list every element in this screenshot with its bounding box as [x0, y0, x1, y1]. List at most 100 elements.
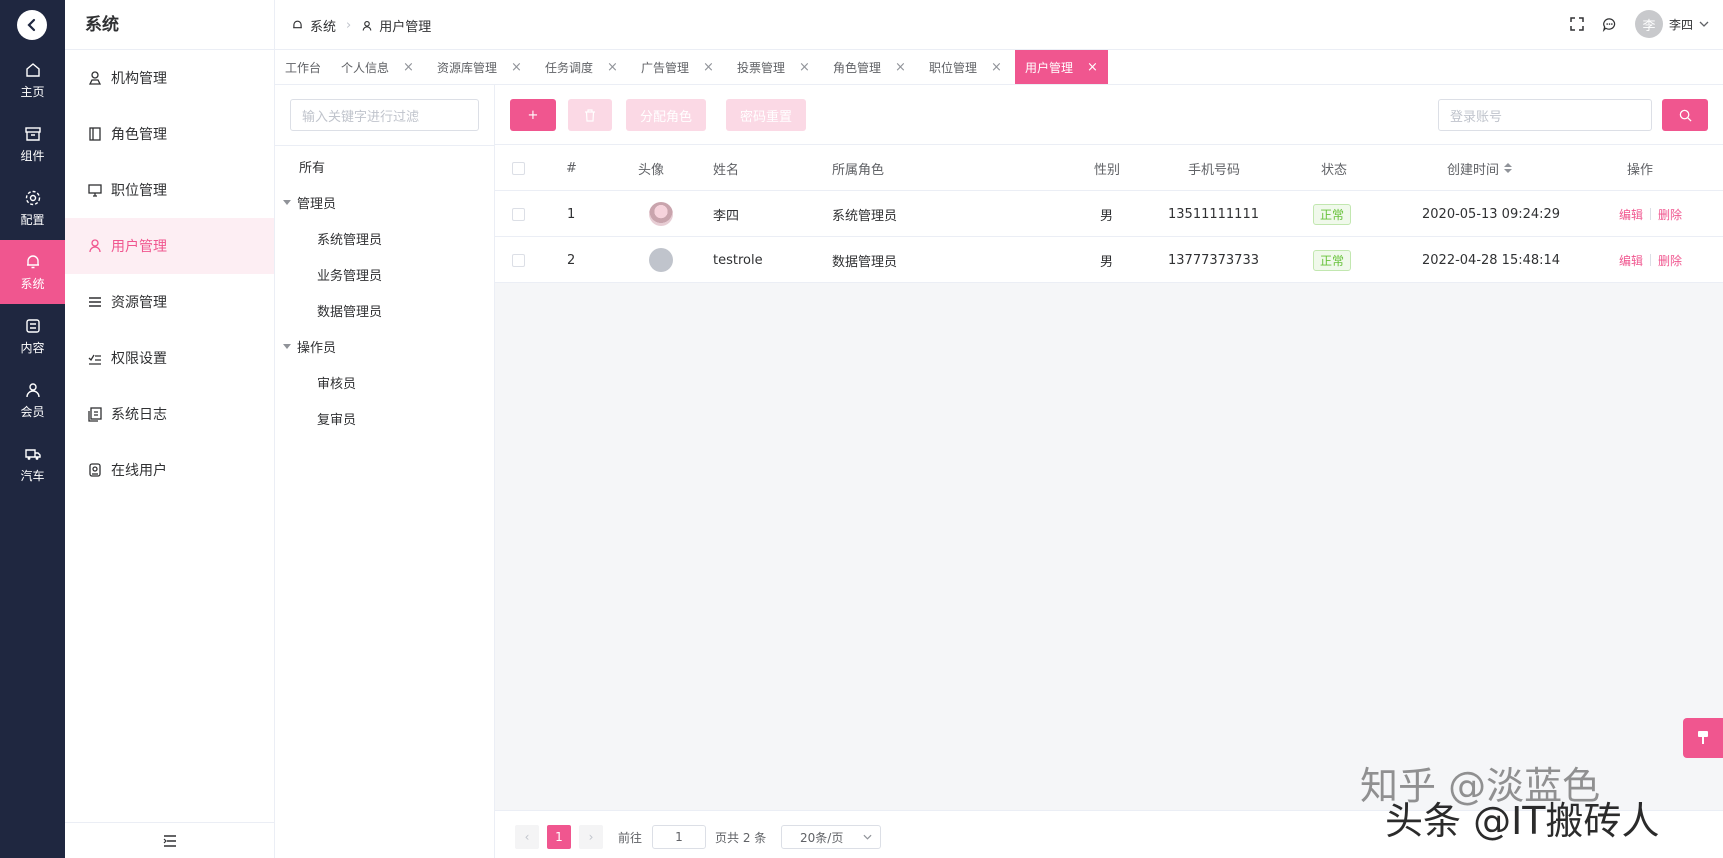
- top-header: 系统 › 用户管理 李 李四: [275, 0, 1723, 50]
- rail-item-content[interactable]: 内容: [0, 304, 65, 368]
- tab-roles[interactable]: 角色管理 ×: [833, 50, 906, 84]
- breadcrumb-root[interactable]: 系统: [310, 16, 336, 35]
- close-icon[interactable]: ×: [703, 60, 714, 75]
- sub-item-user[interactable]: 用户管理: [65, 218, 274, 274]
- rail-item-components[interactable]: 组件: [0, 112, 65, 176]
- tree-node-admin[interactable]: 管理员: [283, 193, 336, 212]
- row-checkbox[interactable]: [512, 191, 525, 237]
- rail-item-member[interactable]: 会员: [0, 368, 65, 432]
- tab-users[interactable]: 用户管理 ×: [1015, 50, 1108, 84]
- sub-item-online[interactable]: 在线用户: [65, 442, 274, 498]
- close-icon[interactable]: ×: [1087, 60, 1098, 75]
- tab-label: 资源库管理: [437, 60, 498, 75]
- sub-item-position[interactable]: 职位管理: [65, 162, 274, 218]
- goto-page-input[interactable]: 1: [652, 825, 706, 849]
- tab-task-scheduling[interactable]: 任务调度 ×: [545, 50, 618, 84]
- tree-filter-input[interactable]: 输入关键字进行过滤: [290, 99, 479, 131]
- edit-link[interactable]: 编辑: [1619, 252, 1643, 269]
- truck-icon: [24, 448, 41, 460]
- sub-item-permission[interactable]: 权限设置: [65, 330, 274, 386]
- sub-item-resource[interactable]: 资源管理: [65, 274, 274, 330]
- sub-item-org[interactable]: 机构管理: [65, 50, 274, 106]
- close-icon[interactable]: ×: [403, 60, 414, 75]
- tree-node-re-reviewer[interactable]: 复审员: [317, 409, 356, 428]
- monitor-icon: [88, 184, 102, 197]
- sub-menu: 系统 机构管理 角色管理 职位管理 用户管理 资源管理 权限设置 系统日志 在线…: [65, 0, 275, 858]
- next-page-button[interactable]: ›: [579, 825, 603, 849]
- trash-icon: [585, 108, 595, 122]
- back-logo-icon[interactable]: [17, 10, 47, 40]
- search-button[interactable]: [1662, 99, 1708, 131]
- message-icon[interactable]: [1602, 17, 1617, 32]
- tree-node-label: 业务管理员: [317, 269, 383, 284]
- column-avatar: 头像: [638, 162, 665, 178]
- tree-node-reviewer[interactable]: 审核员: [317, 373, 356, 392]
- tab-resource-library[interactable]: 资源库管理 ×: [437, 50, 522, 84]
- edit-link[interactable]: 编辑: [1619, 206, 1643, 223]
- tab-ads[interactable]: 广告管理 ×: [641, 50, 714, 84]
- close-icon[interactable]: ×: [511, 60, 522, 75]
- select-all-checkbox[interactable]: [512, 145, 525, 191]
- reset-password-button[interactable]: 密码重置: [726, 99, 806, 131]
- row-name: 李四: [713, 208, 740, 224]
- chevron-left-icon: ‹: [515, 825, 539, 849]
- rail-label: 汽车: [20, 468, 45, 483]
- user-dropdown[interactable]: 李 李四: [1634, 10, 1709, 38]
- column-created-label: 创建时间: [1447, 162, 1500, 178]
- row-gender: 男: [1100, 254, 1114, 270]
- tab-label: 职位管理: [929, 60, 978, 75]
- add-button[interactable]: +: [510, 99, 556, 131]
- lock-user-icon: [89, 463, 101, 477]
- page-size-select[interactable]: 20条/页: [781, 825, 881, 849]
- tree-node-label: 管理员: [297, 197, 337, 212]
- rail-item-system[interactable]: 系统: [0, 240, 65, 304]
- rail-item-config[interactable]: 配置: [0, 176, 65, 240]
- tab-votes[interactable]: 投票管理 ×: [737, 50, 810, 84]
- tab-profile[interactable]: 个人信息 ×: [341, 50, 414, 84]
- tab-workbench[interactable]: 工作台: [285, 50, 321, 84]
- tree-node-all[interactable]: 所有: [299, 157, 325, 176]
- tree-node-sys-admin[interactable]: 系统管理员: [317, 229, 382, 248]
- prev-page-button[interactable]: ‹: [515, 825, 539, 849]
- page-number-current[interactable]: 1: [547, 825, 571, 849]
- tree-node-data-admin[interactable]: 数据管理员: [317, 301, 382, 320]
- tree-node-label: 操作员: [297, 341, 337, 356]
- row-name: testrole: [713, 252, 763, 268]
- rail-label: 配置: [20, 212, 45, 227]
- user-name: 李四: [1668, 17, 1693, 32]
- close-icon[interactable]: ×: [799, 60, 810, 75]
- close-icon[interactable]: ×: [607, 60, 618, 75]
- column-created[interactable]: 创建时间: [1447, 145, 1513, 191]
- tab-label: 投票管理: [737, 60, 786, 75]
- chevron-down-icon: [1699, 21, 1709, 27]
- rail-item-car[interactable]: 汽车: [0, 432, 65, 496]
- bell-icon: [26, 254, 39, 268]
- sub-item-label: 权限设置: [111, 351, 167, 367]
- close-icon[interactable]: ×: [991, 60, 1002, 75]
- goto-label: 前往: [618, 830, 643, 845]
- column-index: #: [566, 160, 577, 176]
- delete-button[interactable]: [568, 99, 612, 131]
- divider: [275, 145, 494, 146]
- account-search-input[interactable]: 登录账号: [1438, 99, 1652, 131]
- tree-node-biz-admin[interactable]: 业务管理员: [317, 265, 382, 284]
- tree-node-operator[interactable]: 操作员: [283, 337, 336, 356]
- row-checkbox[interactable]: [512, 237, 525, 283]
- rail-item-home[interactable]: 主页: [0, 48, 65, 112]
- breadcrumb: 系统 › 用户管理: [291, 16, 431, 35]
- delete-link[interactable]: 删除: [1658, 206, 1682, 223]
- delete-link[interactable]: 删除: [1658, 252, 1682, 269]
- fullscreen-icon[interactable]: [1570, 17, 1584, 31]
- page-size-value: 20条/页: [800, 830, 844, 845]
- close-icon[interactable]: ×: [895, 60, 906, 75]
- tab-positions[interactable]: 职位管理 ×: [929, 50, 1002, 84]
- sub-item-log[interactable]: 系统日志: [65, 386, 274, 442]
- sort-icon[interactable]: [1504, 163, 1513, 173]
- row-index: 1: [567, 206, 576, 222]
- column-gender: 性别: [1094, 162, 1121, 178]
- user-icon: [25, 382, 40, 397]
- collapse-menu-button[interactable]: [65, 822, 274, 858]
- floating-tool-button[interactable]: [1683, 718, 1723, 758]
- assign-role-button[interactable]: 分配角色: [626, 99, 706, 131]
- sub-item-role[interactable]: 角色管理: [65, 106, 274, 162]
